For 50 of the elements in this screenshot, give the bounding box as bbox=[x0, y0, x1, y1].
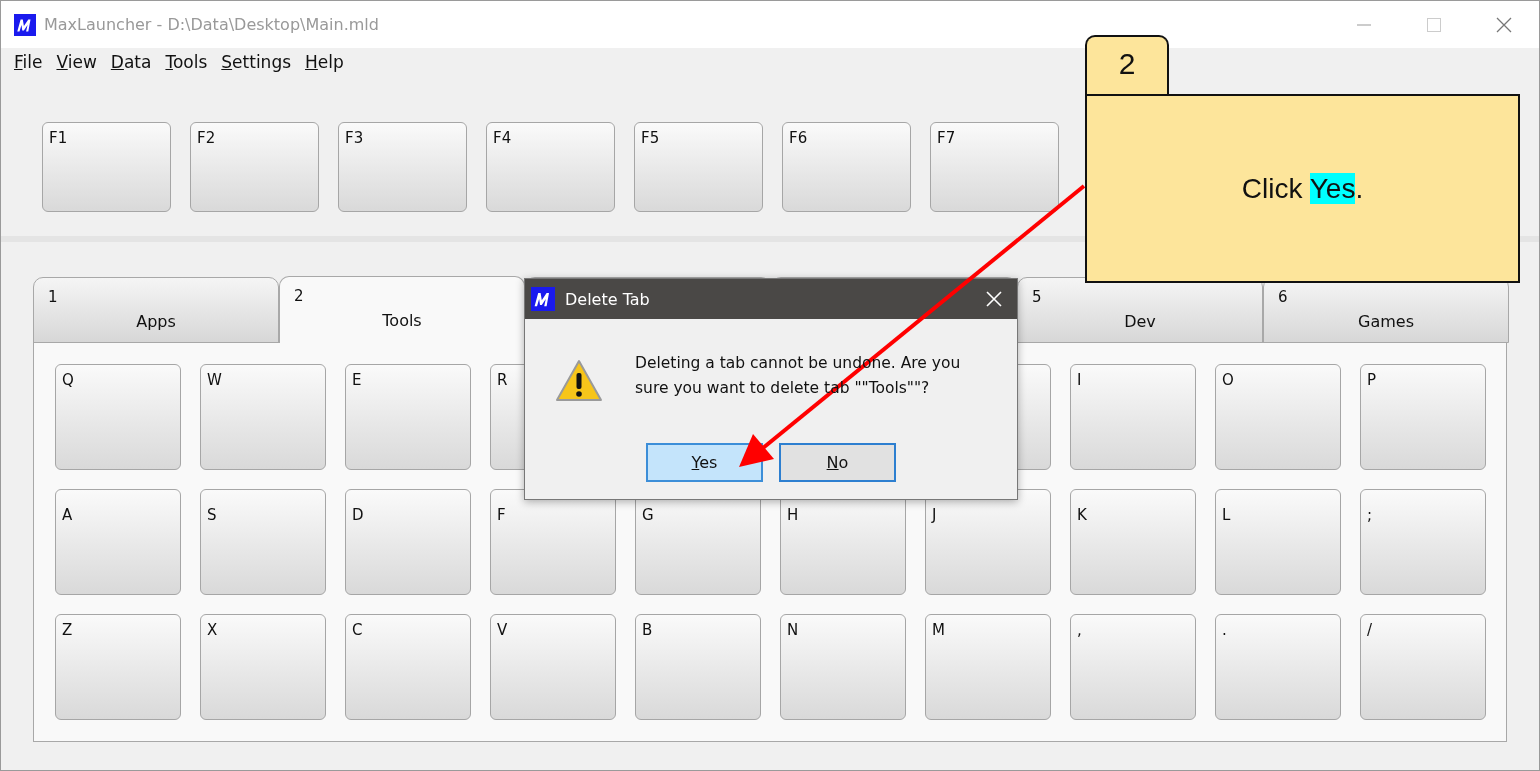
menu-item[interactable]: Settings bbox=[214, 52, 299, 82]
launcher-key[interactable]: K bbox=[1070, 489, 1196, 595]
launcher-key[interactable]: A bbox=[55, 489, 181, 595]
function-key[interactable]: F1 bbox=[42, 122, 171, 212]
menu-item[interactable]: Help bbox=[298, 52, 351, 82]
function-key[interactable]: F2 bbox=[190, 122, 319, 212]
launcher-key[interactable]: F bbox=[490, 489, 616, 595]
launcher-key[interactable]: / bbox=[1360, 614, 1486, 720]
menu-item[interactable]: Tools bbox=[158, 52, 215, 82]
launcher-key[interactable]: ; bbox=[1360, 489, 1486, 595]
launcher-key[interactable]: Q bbox=[55, 364, 181, 470]
tab[interactable]: 5 Dev bbox=[1017, 277, 1263, 343]
menu-item[interactable]: View bbox=[49, 52, 104, 82]
launcher-key[interactable]: Z bbox=[55, 614, 181, 720]
launcher-key[interactable]: X bbox=[200, 614, 326, 720]
launcher-key[interactable]: J bbox=[925, 489, 1051, 595]
tab[interactable]: 2 Tools bbox=[279, 276, 525, 343]
no-button[interactable]: No bbox=[779, 443, 896, 482]
launcher-key[interactable]: M bbox=[925, 614, 1051, 720]
menu-item[interactable]: Data bbox=[103, 52, 159, 82]
function-key[interactable]: F7 bbox=[930, 122, 1059, 212]
dialog-title: Delete Tab bbox=[565, 289, 650, 309]
launcher-key[interactable]: D bbox=[345, 489, 471, 595]
function-key[interactable]: F5 bbox=[634, 122, 763, 212]
function-key[interactable]: F6 bbox=[782, 122, 911, 212]
launcher-key[interactable]: B bbox=[635, 614, 761, 720]
launcher-key[interactable]: N bbox=[780, 614, 906, 720]
launcher-key[interactable]: W bbox=[200, 364, 326, 470]
launcher-key[interactable]: E bbox=[345, 364, 471, 470]
yes-button[interactable]: Yes bbox=[646, 443, 763, 482]
step-number-tooltip: 2 bbox=[1085, 35, 1169, 95]
launcher-key[interactable]: S bbox=[200, 489, 326, 595]
app-logo-icon bbox=[14, 13, 36, 36]
warning-icon bbox=[555, 359, 603, 403]
launcher-key[interactable]: , bbox=[1070, 614, 1196, 720]
launcher-key[interactable]: P bbox=[1360, 364, 1486, 470]
app-logo-icon bbox=[531, 287, 555, 311]
window-title: MaxLauncher - D:\Data\Desktop\Main.mld bbox=[44, 15, 379, 34]
launcher-key[interactable]: L bbox=[1215, 489, 1341, 595]
menu-item[interactable]: File bbox=[7, 52, 50, 82]
close-icon[interactable] bbox=[1496, 16, 1512, 33]
function-key[interactable]: F3 bbox=[338, 122, 467, 212]
callout-text: Click Yes. bbox=[1241, 172, 1364, 205]
tab[interactable]: 1 Apps bbox=[33, 277, 279, 343]
launcher-key[interactable]: . bbox=[1215, 614, 1341, 720]
launcher-key[interactable]: V bbox=[490, 614, 616, 720]
launcher-key[interactable]: O bbox=[1215, 364, 1341, 470]
launcher-key[interactable]: C bbox=[345, 614, 471, 720]
function-key[interactable]: F4 bbox=[486, 122, 615, 212]
launcher-key[interactable]: I bbox=[1070, 364, 1196, 470]
